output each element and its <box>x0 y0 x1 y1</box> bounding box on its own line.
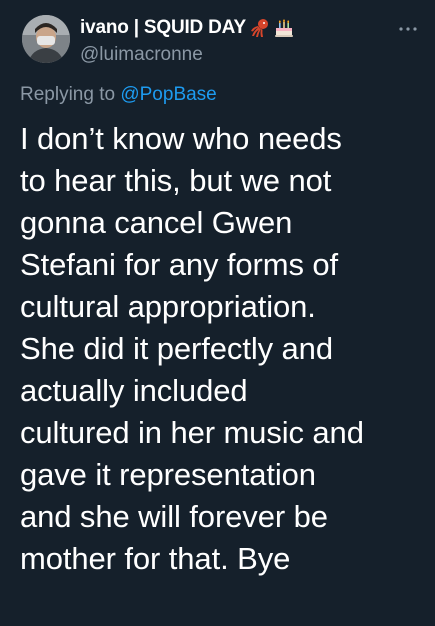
replying-to: Replying to @PopBase <box>20 84 217 106</box>
avatar-image <box>22 15 70 63</box>
user-handle[interactable]: @luimacronne <box>80 44 391 66</box>
tweet-text: I don’t know who needs to hear this, but… <box>20 121 364 576</box>
name-row: ivano | SQUID DAY <box>80 16 391 40</box>
replying-prefix: Replying to <box>20 84 121 105</box>
display-name[interactable]: ivano | SQUID DAY <box>80 17 246 39</box>
birthday-cake-icon <box>274 19 293 37</box>
tweet: ivano | SQUID DAY @luimacronne Replying … <box>0 0 435 626</box>
more-options-icon[interactable] <box>398 24 418 34</box>
avatar[interactable] <box>22 15 70 63</box>
replying-to-mention[interactable]: @PopBase <box>120 84 216 105</box>
squid-icon <box>250 19 268 37</box>
tweet-header: ivano | SQUID DAY @luimacronne <box>80 16 391 66</box>
